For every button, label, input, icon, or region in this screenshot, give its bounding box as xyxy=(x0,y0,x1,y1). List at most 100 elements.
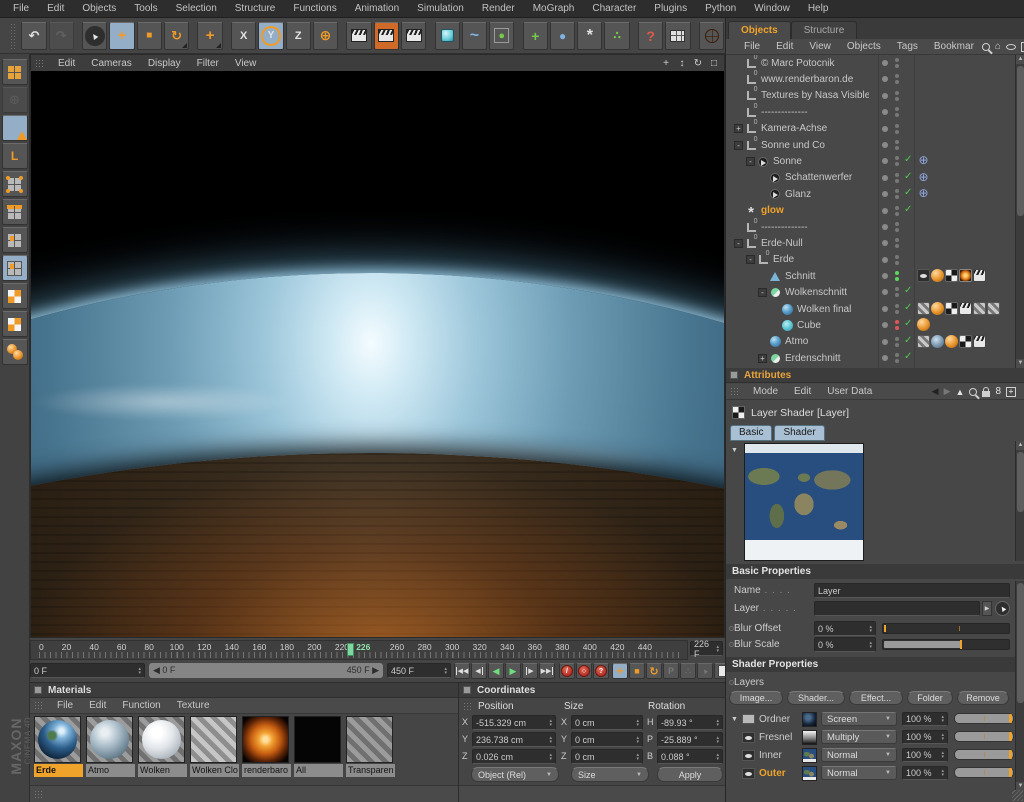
tree-row-sonne[interactable]: -Sonne✓⊕ xyxy=(726,153,1024,169)
enabled-check-icon[interactable]: ✓ xyxy=(904,154,912,165)
layer-dot-icon[interactable] xyxy=(882,158,888,164)
menubar-item-structure[interactable]: Structure xyxy=(226,3,285,14)
subdivision-surface-button[interactable]: ● xyxy=(489,22,514,50)
opacity-spinner[interactable]: ▴▾ xyxy=(938,751,944,759)
slider-cursor[interactable] xyxy=(884,625,886,632)
key-position-toggle[interactable]: + xyxy=(612,663,628,679)
layer-dot-icon[interactable] xyxy=(882,224,888,230)
layer-thumbnail[interactable] xyxy=(802,712,817,727)
viewport-menu-display[interactable]: Display xyxy=(140,58,189,69)
layer-opacity-field[interactable]: 100 %▴▾ xyxy=(902,748,948,762)
visibility-dots[interactable] xyxy=(895,255,899,265)
enabled-check-icon[interactable]: ✓ xyxy=(904,204,912,215)
play-backward-button[interactable]: ◀ xyxy=(488,663,504,679)
viewport-menu-edit[interactable]: Edit xyxy=(50,58,83,69)
environment-button[interactable]: * xyxy=(577,22,602,50)
menubar-item-tools[interactable]: Tools xyxy=(125,3,166,14)
eye-tag[interactable] xyxy=(917,269,930,282)
nav-forward-icon[interactable]: ▶ xyxy=(944,386,951,397)
material-swatch-erde[interactable]: Erde xyxy=(34,716,83,777)
position-y-field[interactable]: 236.738 cm▴▾ xyxy=(472,732,556,747)
expander-icon[interactable]: - xyxy=(746,157,755,166)
viewport-zoom-icon[interactable]: ↕ xyxy=(676,58,688,69)
attr-scroll-thumb[interactable] xyxy=(1017,583,1024,703)
layer-folder-button[interactable]: Folder xyxy=(907,691,953,705)
layer-dot-icon[interactable] xyxy=(882,208,888,214)
materials-menu-function[interactable]: Function xyxy=(114,700,168,711)
redo-button[interactable]: ↷ xyxy=(49,22,74,50)
menubar-item-python[interactable]: Python xyxy=(696,3,745,14)
opacity-spinner[interactable]: ▴▾ xyxy=(938,715,944,723)
rotation-h-field[interactable]: -89.93 °▴▾ xyxy=(657,715,723,730)
name-field[interactable]: Layer xyxy=(814,583,1010,598)
position-x-field-spinner[interactable]: ▴▾ xyxy=(546,719,552,727)
stripe-tag[interactable] xyxy=(917,335,930,348)
expander-icon[interactable]: + xyxy=(758,354,767,363)
target-tag[interactable]: ⊕ xyxy=(917,171,930,184)
layer-dot-icon[interactable] xyxy=(882,339,888,345)
tex-tag[interactable] xyxy=(959,269,972,282)
tree-scroll-thumb[interactable] xyxy=(1017,66,1024,216)
tree-row-glanz[interactable]: Glanz✓⊕ xyxy=(726,186,1024,202)
menubar-item-edit[interactable]: Edit xyxy=(38,3,73,14)
blend-mode-dropdown[interactable]: Normal▼ xyxy=(821,766,897,780)
blend-mode-dropdown[interactable]: Normal▼ xyxy=(821,748,897,762)
stripe-tag[interactable] xyxy=(917,302,930,315)
uvw-tag[interactable] xyxy=(945,269,958,282)
layer-dot-icon[interactable] xyxy=(882,273,888,279)
attr-scroll-thumb[interactable] xyxy=(1017,452,1024,512)
go-start-button[interactable]: ◀◀ xyxy=(454,663,470,679)
coordinates-grip[interactable] xyxy=(463,702,472,711)
attributes-menu-user-data[interactable]: User Data xyxy=(819,386,880,397)
uvw-tag[interactable] xyxy=(945,302,958,315)
shader-layer-inner[interactable]: InnerNormal▼100 %▴▾ xyxy=(726,747,1024,765)
visibility-dots[interactable] xyxy=(895,206,899,216)
phong-tag[interactable] xyxy=(931,302,944,315)
search-icon[interactable] xyxy=(982,43,990,51)
layer-dot-icon[interactable] xyxy=(882,76,888,82)
enabled-check-icon[interactable]: ✓ xyxy=(904,318,912,329)
menubar-item-window[interactable]: Window xyxy=(745,3,799,14)
lock-icon[interactable] xyxy=(982,391,990,397)
axis-y-button[interactable]: Y xyxy=(258,22,283,50)
scroll-down-arrow[interactable]: ▼ xyxy=(1016,359,1024,368)
go-end-button[interactable]: ▶▶ xyxy=(539,663,555,679)
visibility-dots[interactable] xyxy=(895,107,899,117)
target-tag[interactable]: ⊕ xyxy=(917,187,930,200)
layer-dot-icon[interactable] xyxy=(882,289,888,295)
rotate-button[interactable]: ↻ xyxy=(164,22,189,50)
model-mode-button[interactable] xyxy=(2,255,28,281)
expander-icon[interactable]: + xyxy=(734,124,743,133)
key-parameter-toggle[interactable]: P xyxy=(663,663,679,679)
layer-shader-button[interactable]: Shader... xyxy=(787,691,845,705)
material-swatch-all[interactable]: All xyxy=(294,716,343,777)
layer-opacity-field[interactable]: 100 %▴▾ xyxy=(902,712,948,726)
search-icon[interactable] xyxy=(969,388,977,396)
range-start-spinner[interactable]: ▴▾ xyxy=(135,667,141,675)
timeline-ruler[interactable]: 0204060801001201401601802002202602803003… xyxy=(30,640,688,660)
layer-dot-icon[interactable] xyxy=(882,322,888,328)
clapper-tag[interactable] xyxy=(973,335,986,348)
tree-row-wolken-final[interactable]: Wolken final✓ xyxy=(726,301,1024,317)
undo-button[interactable]: ↶ xyxy=(21,22,46,50)
layer-popup-button[interactable]: ▶ xyxy=(982,601,992,616)
viewport-maximize-icon[interactable]: □ xyxy=(708,58,720,69)
menubar-item-render[interactable]: Render xyxy=(473,3,524,14)
deformer-button[interactable]: ● xyxy=(550,22,575,50)
next-frame-button[interactable]: ▶ xyxy=(522,663,538,679)
uvw-tag[interactable] xyxy=(959,335,972,348)
object-manager-menu-edit[interactable]: Edit xyxy=(768,41,801,52)
layer-thumbnail[interactable] xyxy=(802,766,817,781)
tab-structure[interactable]: Structure xyxy=(791,21,858,39)
object-manager-menu-tags[interactable]: Tags xyxy=(889,41,926,52)
home-icon[interactable]: ⌂ xyxy=(995,41,1001,52)
preview-range-slider[interactable]: ◀ 0 F 450 F ▶ xyxy=(149,663,383,678)
expand-arrow-icon[interactable]: ▼ xyxy=(731,716,738,723)
record-help-button[interactable]: ? xyxy=(593,663,609,679)
layer-dot-icon[interactable] xyxy=(882,142,888,148)
material-swatch-wolken[interactable]: Wolken xyxy=(138,716,187,777)
panel-square-icon[interactable] xyxy=(730,371,738,379)
layer-opacity-slider[interactable] xyxy=(954,713,1014,724)
materials-menu-edit[interactable]: Edit xyxy=(81,700,114,711)
tab-basic[interactable]: Basic xyxy=(730,425,772,441)
